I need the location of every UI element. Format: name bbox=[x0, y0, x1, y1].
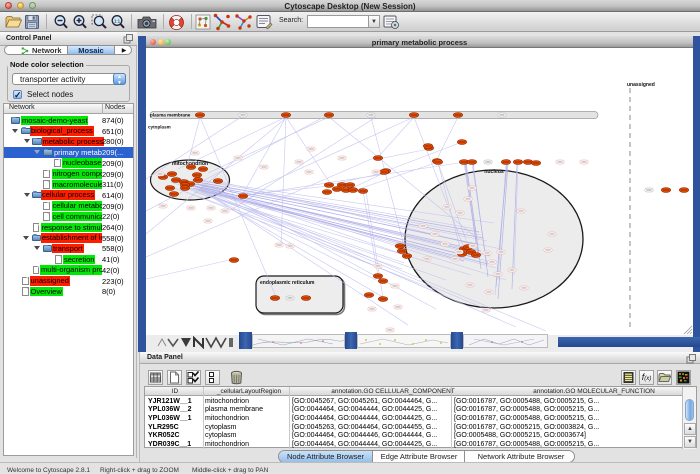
svg-text:nucleus: nucleus bbox=[484, 169, 504, 175]
svg-text:endoplasmic reticulum: endoplasmic reticulum bbox=[260, 280, 315, 286]
svg-text:plasma membrane: plasma membrane bbox=[150, 112, 191, 117]
svg-text:cytoplasm: cytoplasm bbox=[148, 125, 171, 130]
svg-text:unassigned: unassigned bbox=[627, 82, 655, 88]
svg-text:1:1: 1:1 bbox=[114, 19, 121, 24]
